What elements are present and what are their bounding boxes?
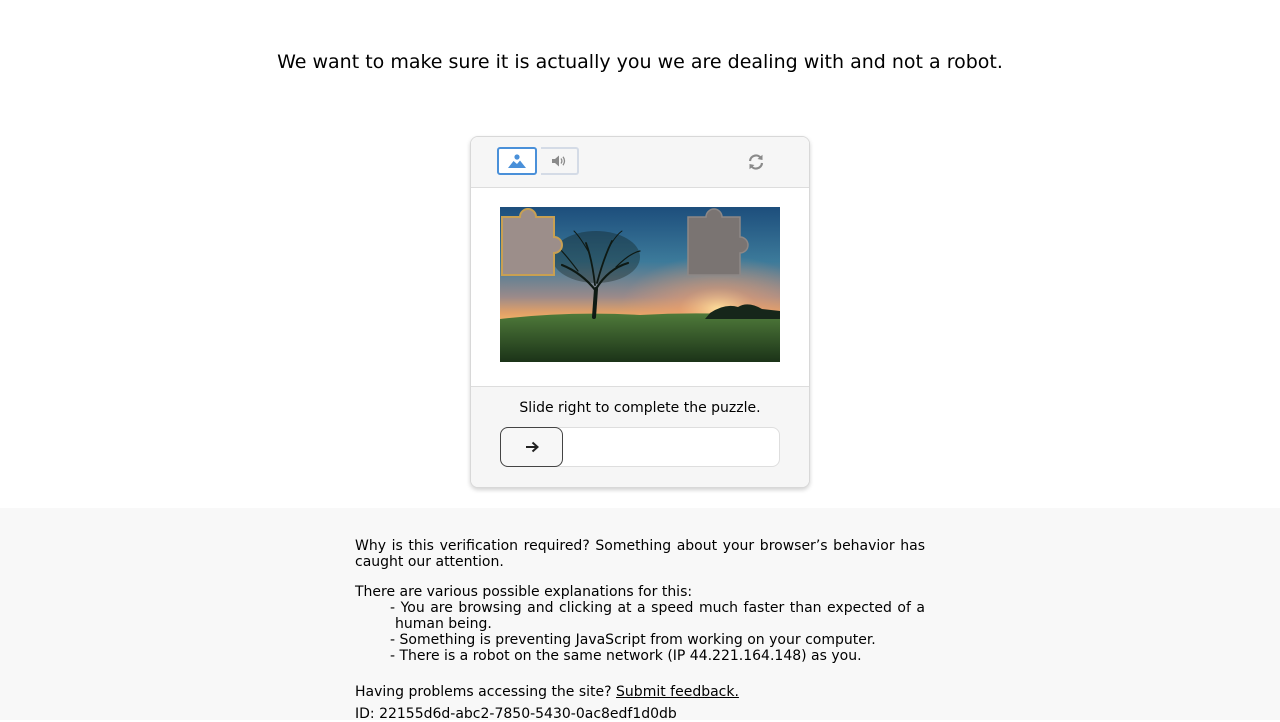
image-icon: [508, 154, 526, 168]
explanation-item: - You are browsing and clicking at a spe…: [390, 600, 925, 632]
image-mode-button[interactable]: [497, 147, 537, 175]
speaker-icon: [552, 155, 566, 167]
verification-info-section: Why is this verification required? Somet…: [0, 508, 1280, 722]
captcha-widget: Slide right to complete the puzzle.: [470, 136, 810, 488]
explanations-intro: There are various possible explanations …: [355, 584, 693, 600]
problems-line: Having problems accessing the site? Subm…: [355, 684, 925, 700]
why-verification-text: Why is this verification required? Somet…: [355, 538, 925, 570]
explanation-item: - Something is preventing JavaScript fro…: [390, 632, 876, 648]
tree-sunset-image: [500, 207, 780, 362]
captcha-footer: Slide right to complete the puzzle.: [471, 387, 809, 487]
puzzle-image: [500, 207, 780, 362]
info-text-block: Why is this verification required? Somet…: [355, 538, 925, 722]
captcha-header: [471, 137, 809, 188]
slider-instruction: Slide right to complete the puzzle.: [519, 400, 761, 416]
refresh-icon: [748, 154, 764, 170]
explanations-list: - You are browsing and clicking at a spe…: [355, 600, 925, 664]
refresh-button[interactable]: [745, 151, 767, 173]
audio-mode-button[interactable]: [541, 147, 579, 175]
problems-text: Having problems accessing the site?: [355, 684, 612, 700]
arrow-right-icon: [525, 441, 539, 453]
explanation-item: - There is a robot on the same network (…: [390, 648, 862, 664]
puzzle-image-area: [471, 188, 809, 387]
verification-top-section: We want to make sure it is actually you …: [0, 0, 1280, 508]
page-headline: We want to make sure it is actually you …: [277, 51, 1003, 73]
submit-feedback-link[interactable]: Submit feedback.: [616, 684, 739, 700]
slider-handle[interactable]: [500, 427, 563, 467]
